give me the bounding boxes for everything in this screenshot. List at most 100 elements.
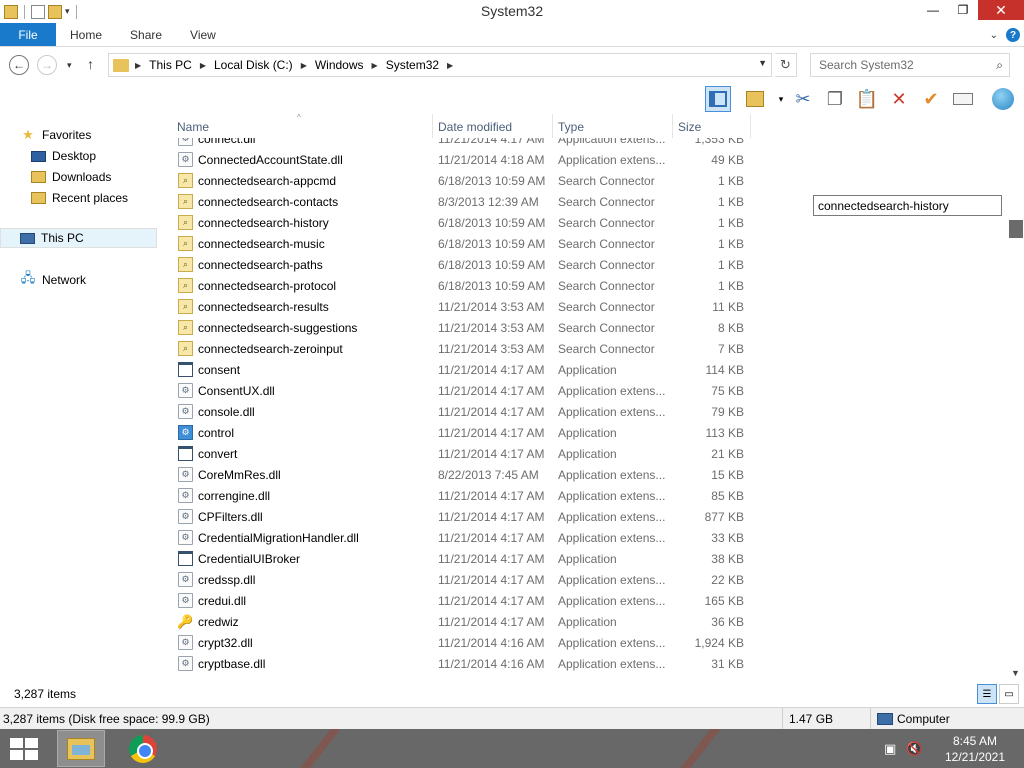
globe-icon[interactable] xyxy=(990,86,1016,112)
tab-view[interactable]: View xyxy=(176,23,230,46)
nav-favorites[interactable]: ★ Favorites xyxy=(20,125,91,145)
file-date: 11/21/2014 4:18 AM xyxy=(438,153,545,167)
chevron-right-icon[interactable]: ▶ xyxy=(135,61,141,70)
refresh-button[interactable]: ↻ xyxy=(775,53,797,77)
select-check-icon[interactable]: ✔ xyxy=(918,86,944,112)
column-name[interactable]: Name xyxy=(177,120,209,134)
ribbon-right-controls: ⌄ ? xyxy=(990,23,1020,47)
help-icon[interactable]: ? xyxy=(1006,28,1020,42)
file-row[interactable]: ⚙ cryptbase.dll 11/21/2014 4:16 AM Applicat… xyxy=(170,653,750,674)
forward-button[interactable]: → xyxy=(37,55,57,75)
up-arrow-icon[interactable]: ↑ xyxy=(87,56,94,72)
volume-muted-icon[interactable]: 🔇 xyxy=(906,741,922,757)
customize-qat-icon[interactable]: ▾ xyxy=(65,6,70,17)
column-divider[interactable] xyxy=(552,114,553,138)
tab-share[interactable]: Share xyxy=(116,23,176,46)
file-row[interactable]: ⚙ CoreMmRes.dll 8/22/2013 7:45 AM Applicati… xyxy=(170,464,750,485)
rename-textbox[interactable]: connectedsearch-history xyxy=(813,195,1002,216)
address-bar[interactable]: ▶ This PC ▶ Local Disk (C:) ▶ Windows ▶ … xyxy=(108,53,772,77)
file-row[interactable]: ⌕ connectedsearch-history 6/18/2013 10:59 … xyxy=(170,212,750,233)
taskbar-chrome[interactable] xyxy=(119,730,167,767)
nav-recent-places[interactable]: Recent places xyxy=(30,188,128,208)
nav-network[interactable]: 🖧 Network xyxy=(20,270,86,290)
column-divider[interactable] xyxy=(672,114,673,138)
expand-ribbon-icon[interactable]: ⌄ xyxy=(990,30,998,41)
large-icons-view-icon[interactable]: ▭ xyxy=(999,684,1019,704)
network-status-icon[interactable]: ▣ xyxy=(884,741,896,757)
paste-icon[interactable]: 📋 xyxy=(854,86,880,112)
file-row[interactable]: 🔑 credwiz 11/21/2014 4:17 AM Application 36 … xyxy=(170,611,750,632)
scrollbar-thumb[interactable] xyxy=(1009,220,1023,238)
taskbar-file-explorer[interactable] xyxy=(57,730,105,767)
search-icon[interactable]: ⌕ xyxy=(996,58,1003,73)
file-row[interactable]: ⚙ crypt32.dll 11/21/2014 4:16 AM Applicatio… xyxy=(170,632,750,653)
file-row[interactable]: ⌕ connectedsearch-suggestions 11/21/2014 3… xyxy=(170,317,750,338)
file-row[interactable]: ⚙ ConsentUX.dll 11/21/2014 4:17 AM Applicat… xyxy=(170,380,750,401)
properties-icon[interactable] xyxy=(31,4,45,19)
chevron-right-icon[interactable]: ▶ xyxy=(447,61,453,70)
column-divider[interactable] xyxy=(432,114,433,138)
file-row[interactable]: convert 11/21/2014 4:17 AM Application 21 K… xyxy=(170,443,750,464)
minimize-button[interactable]: — xyxy=(918,0,948,20)
delete-icon[interactable]: ✕ xyxy=(886,86,912,112)
file-row[interactable]: ⚙ correngine.dll 11/21/2014 4:17 AM Applica… xyxy=(170,485,750,506)
nav-downloads[interactable]: Downloads xyxy=(30,167,111,187)
search-connector-icon: ⌕ xyxy=(178,320,193,335)
file-row[interactable]: consent 11/21/2014 4:17 AM Application 114 … xyxy=(170,359,750,380)
clock[interactable]: 8:45 AM 12/21/2021 xyxy=(940,733,1010,765)
back-button[interactable]: ← xyxy=(9,55,29,75)
file-size: 38 KB xyxy=(711,552,744,566)
rename-icon[interactable] xyxy=(950,86,976,112)
file-size: 11 KB xyxy=(712,300,744,314)
file-row[interactable]: CredentialUIBroker 11/21/2014 4:17 AM Appl… xyxy=(170,548,750,569)
file-row[interactable]: ⌕ connectedsearch-protocol 6/18/2013 10:59… xyxy=(170,275,750,296)
file-row[interactable]: ⌕ connectedsearch-results 11/21/2014 3:53 … xyxy=(170,296,750,317)
details-view-icon[interactable]: ☰ xyxy=(977,684,997,704)
start-button[interactable] xyxy=(10,738,38,760)
file-row[interactable]: ⌕ connectedsearch-contacts 8/3/2013 12:39 … xyxy=(170,191,750,212)
nav-desktop[interactable]: Desktop xyxy=(30,146,96,166)
cut-icon[interactable]: ✂ xyxy=(790,86,816,112)
file-row[interactable]: ⚙ control 11/21/2014 4:17 AM Application 113… xyxy=(170,422,750,443)
preview-pane-icon[interactable] xyxy=(705,86,731,112)
scroll-down-arrow-icon[interactable]: ▼ xyxy=(1011,668,1020,678)
breadcrumb-this-pc[interactable]: This PC xyxy=(149,58,192,72)
folder-icon[interactable] xyxy=(4,4,18,19)
nav-this-pc[interactable]: This PC xyxy=(0,228,157,248)
chevron-right-icon[interactable]: ▶ xyxy=(200,61,206,70)
chevron-right-icon[interactable]: ▶ xyxy=(372,61,378,70)
tab-file[interactable]: File xyxy=(0,23,56,46)
search-input[interactable]: Search System32 ⌕ xyxy=(810,53,1010,77)
column-date-modified[interactable]: Date modified xyxy=(438,120,512,134)
copy-icon[interactable]: ❐ xyxy=(822,86,848,112)
chevron-down-icon[interactable]: ▼ xyxy=(758,58,767,68)
breadcrumb-local-disk[interactable]: Local Disk (C:) xyxy=(214,58,293,72)
move-to-folder-icon[interactable] xyxy=(742,86,768,112)
file-name: CredentialUIBroker xyxy=(198,552,301,566)
file-row[interactable]: ⚙ credui.dll 11/21/2014 4:17 AM Application… xyxy=(170,590,750,611)
new-folder-icon[interactable] xyxy=(48,4,62,19)
file-explorer-icon xyxy=(67,737,95,760)
recent-locations-icon[interactable]: ▾ xyxy=(67,60,72,71)
file-row[interactable]: ⌕ connectedsearch-music 6/18/2013 10:59 AM… xyxy=(170,233,750,254)
breadcrumb-windows[interactable]: Windows xyxy=(315,58,364,72)
file-row[interactable]: ⌕ connectedsearch-paths 6/18/2013 10:59 AM… xyxy=(170,254,750,275)
column-size[interactable]: Size xyxy=(678,120,701,134)
tab-home[interactable]: Home xyxy=(56,23,116,46)
file-row[interactable]: ⚙ console.dll 11/21/2014 4:17 AM Applicatio… xyxy=(170,401,750,422)
quick-access-toolbar: ▾ xyxy=(0,0,80,23)
column-type[interactable]: Type xyxy=(558,120,584,134)
file-row[interactable]: ⚙ ConnectedAccountState.dll 11/21/2014 4:1… xyxy=(170,149,750,170)
chevron-right-icon[interactable]: ▶ xyxy=(301,61,307,70)
breadcrumb-system32[interactable]: System32 xyxy=(386,58,439,72)
vertical-scrollbar[interactable]: ▼ xyxy=(1008,114,1024,680)
file-row[interactable]: ⚙ CPFilters.dll 11/21/2014 4:17 AM Applicat… xyxy=(170,506,750,527)
file-date: 11/21/2014 4:17 AM xyxy=(438,552,545,566)
file-row[interactable]: ⚙ credssp.dll 11/21/2014 4:17 AM Applicatio… xyxy=(170,569,750,590)
close-button[interactable]: ✕ xyxy=(978,0,1024,20)
maximize-button[interactable]: ❐ xyxy=(948,0,978,20)
column-divider[interactable] xyxy=(750,114,751,138)
file-row[interactable]: ⌕ connectedsearch-appcmd 6/18/2013 10:59 A… xyxy=(170,170,750,191)
file-row[interactable]: ⌕ connectedsearch-zeroinput 11/21/2014 3:5… xyxy=(170,338,750,359)
file-row[interactable]: ⚙ CredentialMigrationHandler.dll 11/21/201… xyxy=(170,527,750,548)
